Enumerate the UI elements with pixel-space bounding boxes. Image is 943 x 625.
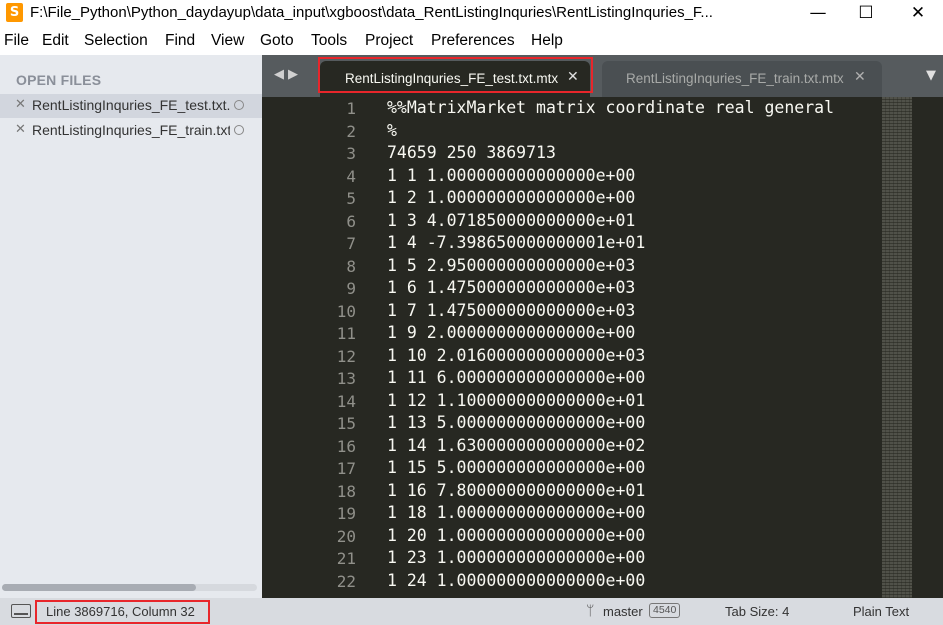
line-number: 5 (346, 189, 356, 208)
code-line[interactable]: 1 5 2.950000000000000e+03 (387, 256, 635, 275)
menu-project[interactable]: Project (365, 32, 413, 50)
line-number: 2 (346, 121, 356, 141)
code-line[interactable]: 1 23 1.000000000000000e+00 (387, 548, 645, 567)
tab-bar: ◀▶ RentListingInquries_FE_test.txt.mtx ✕… (262, 55, 943, 97)
line-number: 16 (336, 436, 356, 456)
line-number: 6 (346, 211, 356, 231)
code-line[interactable]: 1 4 -7.398650000000001e+01 (387, 233, 645, 252)
open-file-name: RentListingInquries_FE_test.txt.mtx (32, 97, 230, 113)
menu-file[interactable]: File (4, 32, 29, 50)
line-number: 9 (346, 279, 356, 298)
close-icon[interactable]: ✕ (15, 122, 26, 137)
menu-help[interactable]: Help (531, 32, 563, 50)
line-number: 20 (336, 526, 356, 546)
tab-close-icon[interactable]: ✕ (567, 69, 579, 85)
line-number: 17 (336, 459, 356, 478)
code-line[interactable]: 1 7 1.475000000000000e+03 (387, 301, 635, 320)
code-line[interactable]: 1 18 1.000000000000000e+00 (387, 503, 645, 522)
menu-selection[interactable]: Selection (84, 32, 148, 50)
menu-find[interactable]: Find (165, 32, 195, 50)
code-line[interactable]: 1 1 1.000000000000000e+00 (387, 166, 635, 185)
open-file-item[interactable]: ✕ RentListingInquries_FE_train.txt.mtx (0, 119, 262, 143)
minimap[interactable] (882, 97, 912, 598)
code-line[interactable]: 1 3 4.071850000000000e+01 (387, 211, 635, 230)
minimap-texture (882, 97, 912, 598)
git-branch-icon: ᛘ (586, 603, 595, 619)
line-number: 12 (336, 346, 356, 366)
tab-list-dropdown-icon[interactable]: ▼ (926, 68, 936, 83)
line-number: 22 (336, 571, 356, 591)
tab-nav-arrows-icon[interactable]: ◀▶ (274, 67, 302, 82)
syntax-selector[interactable]: Plain Text (853, 604, 909, 619)
open-file-item[interactable]: ✕ RentListingInquries_FE_test.txt.mtx (0, 94, 262, 118)
unsaved-dot-icon (234, 125, 244, 135)
code-line[interactable]: 1 9 2.000000000000000e+00 (387, 323, 635, 342)
code-line[interactable]: % (387, 121, 397, 140)
code-line[interactable]: 1 10 2.016000000000000e+03 (387, 346, 645, 365)
menu-goto[interactable]: Goto (260, 32, 294, 50)
line-number: 3 (346, 144, 356, 163)
code-line[interactable]: 1 6 1.475000000000000e+03 (387, 278, 635, 297)
code-line[interactable]: 1 15 5.000000000000000e+00 (387, 458, 645, 477)
code-line[interactable]: 1 2 1.000000000000000e+00 (387, 188, 635, 207)
code-line[interactable]: 1 11 6.000000000000000e+00 (387, 368, 645, 387)
title-bar: S F:\File_Python\Python_daydayup\data_in… (0, 0, 943, 28)
window-title: F:\File_Python\Python_daydayup\data_inpu… (30, 4, 713, 21)
line-number: 21 (336, 549, 356, 568)
menu-preferences[interactable]: Preferences (431, 32, 515, 50)
close-window-button[interactable]: ✕ (895, 0, 941, 28)
line-number: 15 (336, 414, 356, 433)
code-line[interactable]: 1 12 1.100000000000000e+01 (387, 391, 645, 410)
git-branch-name[interactable]: master (603, 604, 643, 619)
line-number: 11 (336, 324, 356, 343)
line-number: 13 (336, 369, 356, 388)
line-number: 10 (336, 301, 356, 321)
git-changes-badge: 4540 (649, 603, 681, 618)
code-editor[interactable]: 1 %%MatrixMarket matrix coordinate real g… (262, 97, 943, 598)
sidebar: OPEN FILES ✕ RentListingInquries_FE_test… (0, 55, 262, 598)
menu-tools[interactable]: Tools (311, 32, 347, 50)
code-line[interactable]: 1 13 5.000000000000000e+00 (387, 413, 645, 432)
tab-label: RentListingInquries_FE_train.txt.mtx (626, 71, 844, 86)
code-line[interactable]: 1 24 1.000000000000000e+00 (387, 571, 645, 590)
sidebar-horizontal-scrollbar[interactable] (2, 584, 257, 591)
open-files-header: OPEN FILES (16, 72, 102, 88)
line-number: 14 (336, 391, 356, 411)
line-number: 19 (336, 504, 356, 523)
code-line[interactable]: 1 20 1.000000000000000e+00 (387, 526, 645, 545)
tab-close-icon[interactable]: ✕ (854, 69, 866, 85)
cursor-position: Line 3869716, Column 32 (46, 604, 195, 619)
line-number: 4 (346, 166, 356, 186)
close-icon[interactable]: ✕ (15, 97, 26, 112)
tab-test-mtx[interactable]: RentListingInquries_FE_test.txt.mtx ✕ (320, 61, 590, 97)
minimize-button[interactable]: — (795, 0, 841, 28)
line-number: 1 (346, 99, 356, 118)
panel-toggle-icon[interactable] (11, 604, 31, 618)
status-bar: Line 3869716, Column 32 ᛘ master 4540 Ta… (0, 598, 943, 625)
line-number: 18 (336, 481, 356, 501)
tab-label: RentListingInquries_FE_test.txt.mtx (345, 71, 559, 86)
menu-bar: File Edit Selection Find View Goto Tools… (0, 30, 943, 54)
open-file-name: RentListingInquries_FE_train.txt.mtx (32, 122, 230, 138)
unsaved-dot-icon (234, 100, 244, 110)
code-line[interactable]: 1 14 1.630000000000000e+02 (387, 436, 645, 455)
line-number: 8 (346, 256, 356, 276)
sublime-text-icon: S (6, 3, 23, 22)
tab-size-setting[interactable]: Tab Size: 4 (725, 604, 789, 619)
scrollbar-thumb[interactable] (2, 584, 196, 591)
line-number: 7 (346, 234, 356, 253)
menu-view[interactable]: View (211, 32, 244, 50)
maximize-button[interactable]: ☐ (843, 0, 889, 28)
code-line[interactable]: %%MatrixMarket matrix coordinate real ge… (387, 98, 834, 117)
menu-edit[interactable]: Edit (42, 32, 69, 50)
tab-train-mtx[interactable]: RentListingInquries_FE_train.txt.mtx ✕ (602, 61, 882, 97)
code-line[interactable]: 74659 250 3869713 (387, 143, 556, 162)
code-line[interactable]: 1 16 7.800000000000000e+01 (387, 481, 645, 500)
